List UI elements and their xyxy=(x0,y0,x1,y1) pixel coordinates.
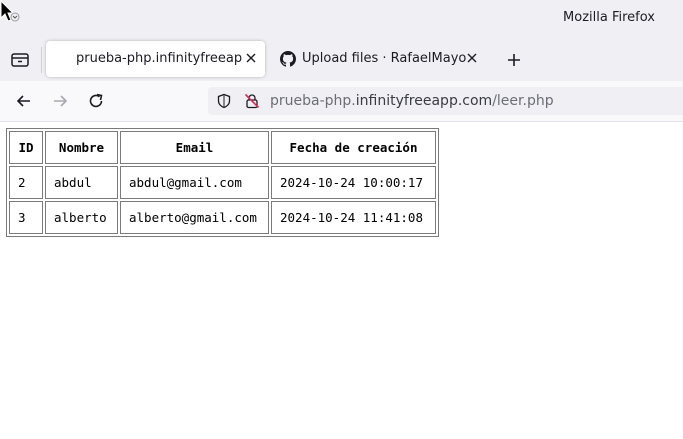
window-titlebar: Mozilla Firefox xyxy=(0,0,683,37)
url-prefix: prueba-php. xyxy=(270,93,356,109)
url-path: /leer.php xyxy=(492,93,554,109)
cell-email: abdul@gmail.com xyxy=(120,166,269,199)
cell-id: 2 xyxy=(9,166,43,199)
cell-nombre: abdul xyxy=(45,166,118,199)
table-row: 2 abdul abdul@gmail.com 2024-10-24 10:00… xyxy=(9,166,436,199)
close-tab-icon[interactable] xyxy=(464,50,480,66)
users-table: ID Nombre Email Fecha de creación 2 abdu… xyxy=(6,128,439,237)
app-title: Mozilla Firefox xyxy=(563,10,655,25)
column-header-fecha: Fecha de creación xyxy=(271,131,436,164)
column-header-email: Email xyxy=(120,131,269,164)
tab-divider xyxy=(41,47,42,73)
url-text[interactable]: prueba-php.infinityfreeapp.com/leer.php xyxy=(270,93,554,109)
url-domain: infinityfreeapp.com xyxy=(355,93,493,109)
navigation-toolbar: prueba-php.infinityfreeapp.com/leer.php xyxy=(0,81,683,122)
cell-nombre: alberto xyxy=(45,201,118,234)
tab-prueba-php[interactable]: prueba-php.infinityfreeapp.com xyxy=(46,41,265,77)
cell-fecha: 2024-10-24 10:00:17 xyxy=(271,166,436,199)
tracking-protection-shield-icon[interactable] xyxy=(216,93,232,109)
close-tab-icon[interactable] xyxy=(243,50,259,66)
cell-fecha: 2024-10-24 11:41:08 xyxy=(271,201,436,234)
cell-email: alberto@gmail.com xyxy=(120,201,269,234)
column-header-id: ID xyxy=(9,131,43,164)
page-content: ID Nombre Email Fecha de creación 2 abdu… xyxy=(0,122,683,439)
tab-strip: prueba-php.infinityfreeapp.com Upload fi… xyxy=(0,37,683,81)
new-tab-plus-icon[interactable] xyxy=(505,51,523,69)
github-icon xyxy=(280,51,296,67)
back-arrow-icon[interactable] xyxy=(14,91,34,111)
firefox-view-icon[interactable] xyxy=(9,49,31,71)
tab-upload-files[interactable]: Upload files · RafaelMayor/DAW xyxy=(272,41,486,77)
tab-label: prueba-php.infinityfreeapp.com xyxy=(76,51,242,66)
insecure-lock-icon[interactable] xyxy=(244,93,260,109)
tab-label: Upload files · RafaelMayor/DAW xyxy=(302,51,467,66)
forward-arrow-icon[interactable] xyxy=(50,91,70,111)
mouse-pointer-icon xyxy=(0,0,20,22)
table-row: 3 alberto alberto@gmail.com 2024-10-24 1… xyxy=(9,201,436,234)
table-header-row: ID Nombre Email Fecha de creación xyxy=(9,131,436,164)
reload-icon[interactable] xyxy=(86,91,106,111)
cell-id: 3 xyxy=(9,201,43,234)
address-bar[interactable]: prueba-php.infinityfreeapp.com/leer.php xyxy=(208,87,683,115)
column-header-nombre: Nombre xyxy=(45,131,118,164)
